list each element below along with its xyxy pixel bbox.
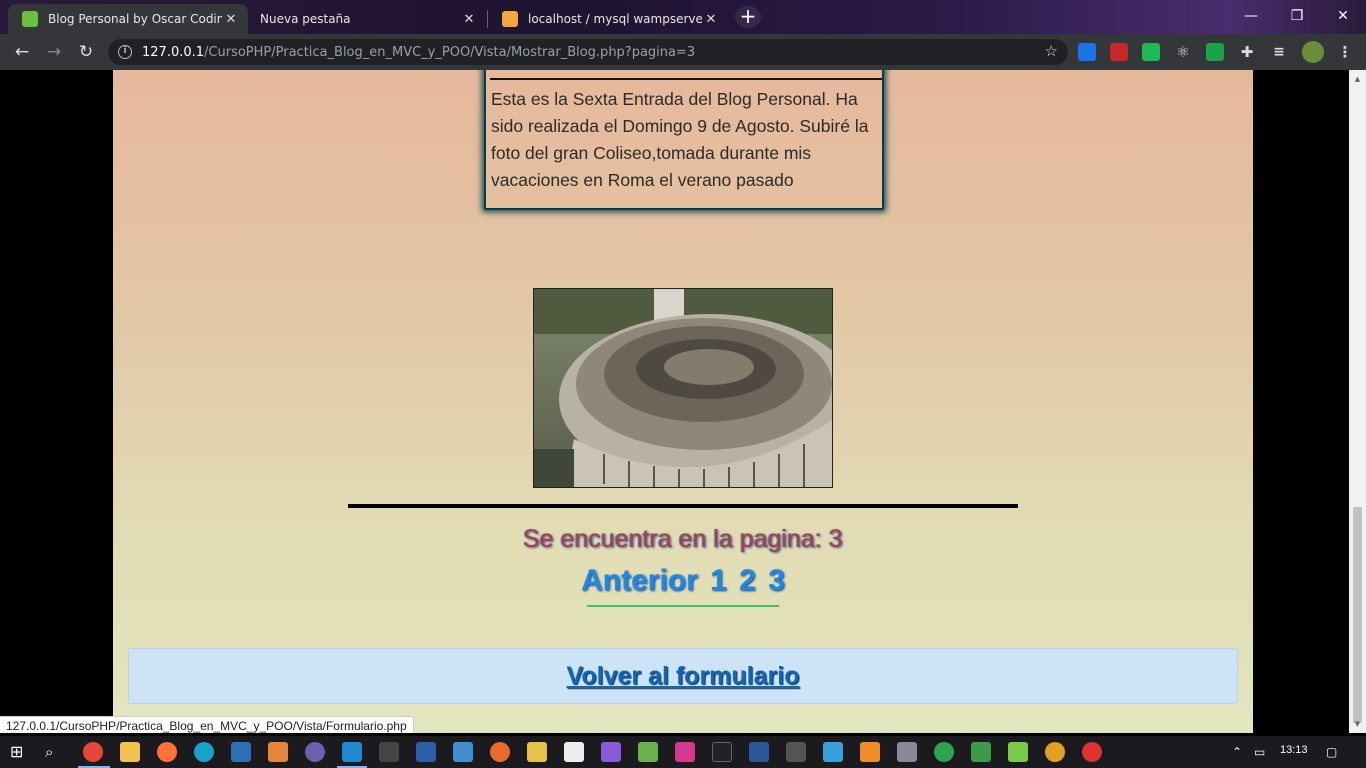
pagination-page-1-link[interactable]: 1 [710, 564, 727, 597]
chrome-icon[interactable] [83, 742, 103, 762]
app-icon[interactable] [638, 742, 658, 762]
entry-text: Esta es la Sexta Entrada del Blog Person… [491, 89, 869, 190]
profile-avatar[interactable] [1302, 41, 1324, 63]
current-page-text: Se encuentra en la pagina: 3 [523, 525, 843, 553]
colosseum-photo [533, 288, 833, 488]
browser-tab-bar: Blog Personal by Oscar Coding® ✕ Nueva p… [0, 0, 1366, 34]
back-arrow-icon[interactable]: ← [8, 40, 36, 64]
new-tab-button[interactable]: + [735, 6, 761, 28]
phpmyadmin-favicon-icon [502, 11, 518, 27]
close-icon[interactable]: ✕ [222, 12, 240, 27]
tab-title: Nueva pestaña [260, 12, 351, 26]
return-panel: Volver al formulario [128, 648, 1238, 704]
app-icon[interactable] [897, 742, 917, 762]
menu-kebab-icon[interactable]: ⋮ [1336, 43, 1354, 61]
app-icon[interactable] [1082, 742, 1102, 762]
tray-chevron-icon[interactable]: ⌃ [1232, 745, 1242, 759]
forward-arrow-icon[interactable]: → [40, 40, 68, 64]
lizard-favicon-icon [22, 11, 38, 27]
acrobat-extension-icon[interactable] [1110, 43, 1128, 61]
clock[interactable]: 13:13 [1280, 744, 1308, 756]
windows-taskbar: ⊞ ⌕ ⌃ ▭ 13:13 ▢ [0, 736, 1366, 768]
scroll-down-arrow-icon[interactable]: ▼ [1349, 717, 1366, 731]
entry-divider [490, 78, 882, 80]
tab-title: Blog Personal by Oscar Coding® [48, 12, 222, 26]
browser-toolbar: ← → ↻ i 127.0.0.1/CursoPHP/Practica_Blog… [0, 34, 1366, 70]
app-icon[interactable] [823, 742, 843, 762]
pagination-previous-link[interactable]: Anterior [581, 564, 698, 597]
app-icon[interactable] [1045, 742, 1065, 762]
section-divider [348, 504, 1018, 508]
tab-phpmyadmin[interactable]: localhost / mysql wampserver / b ✕ [488, 4, 728, 34]
extension-m-icon[interactable] [1078, 43, 1096, 61]
page-viewport: Esta es la Sexta Entrada del Blog Person… [0, 70, 1366, 733]
react-extension-icon[interactable]: ⚛ [1174, 43, 1192, 61]
tab-blog-personal[interactable]: Blog Personal by Oscar Coding® ✕ [8, 4, 248, 34]
extensions-puzzle-icon[interactable]: ✚ [1238, 43, 1256, 61]
windows-start-icon[interactable]: ⊞ [10, 742, 30, 762]
url-path: /CursoPHP/Practica_Blog_en_MVC_y_POO/Vis… [204, 44, 696, 60]
tab-title: localhost / mysql wampserver / b [528, 12, 702, 26]
address-bar[interactable]: i 127.0.0.1/CursoPHP/Practica_Blog_en_MV… [108, 39, 1068, 65]
bookmark-star-icon[interactable]: ☆ [1045, 42, 1058, 60]
app-icon[interactable] [971, 742, 991, 762]
app-icon[interactable] [1008, 742, 1028, 762]
pagination-page-3-link[interactable]: 3 [768, 564, 785, 597]
url-host: 127.0.0.1 [142, 44, 205, 60]
pager-underline [587, 605, 779, 607]
file-explorer-icon[interactable] [120, 742, 140, 762]
close-icon[interactable]: ✕ [460, 12, 478, 27]
vertical-scrollbar[interactable]: ▲ ▼ [1349, 70, 1366, 733]
colosseum-image [534, 289, 832, 487]
sublime-text-icon[interactable] [268, 742, 288, 762]
blog-page: Esta es la Sexta Entrada del Blog Person… [113, 70, 1253, 733]
app-icon[interactable] [564, 742, 584, 762]
terminal-icon[interactable] [379, 742, 399, 762]
app-icon[interactable] [231, 742, 251, 762]
scrollbar-thumb[interactable] [1353, 507, 1362, 723]
network-icon[interactable]: ▭ [1254, 745, 1265, 759]
app-icon[interactable] [786, 742, 806, 762]
vscode-icon[interactable] [342, 742, 362, 762]
pagination-nav: Anterior 1 2 3 [113, 564, 1253, 598]
notifications-icon[interactable]: ▢ [1326, 745, 1337, 759]
app-icon[interactable] [675, 742, 695, 762]
shield-extension-icon[interactable] [1142, 43, 1160, 61]
app-icon[interactable] [934, 742, 954, 762]
tab-nueva-pestana[interactable]: Nueva pestaña ✕ [246, 4, 486, 34]
search-icon[interactable]: ⌕ [45, 742, 65, 762]
close-window-icon[interactable]: ✕ [1320, 2, 1366, 30]
scroll-up-arrow-icon[interactable]: ▲ [1349, 72, 1366, 86]
link-status-bubble: 127.0.0.1/CursoPHP/Practica_Blog_en_MVC_… [0, 716, 414, 733]
pagination-page-2-link[interactable]: 2 [739, 564, 756, 597]
return-to-form-link[interactable]: Volver al formulario [567, 662, 800, 691]
virtualbox-icon[interactable] [453, 742, 473, 762]
media-queue-icon[interactable]: ≡ [1270, 43, 1288, 61]
powershell-icon[interactable] [416, 742, 436, 762]
app-icon[interactable] [490, 742, 510, 762]
word-icon[interactable] [749, 742, 769, 762]
n-extension-icon[interactable] [1206, 43, 1224, 61]
info-icon[interactable]: i [118, 45, 132, 59]
notepad-icon[interactable] [527, 742, 547, 762]
xampp-icon[interactable] [860, 742, 880, 762]
minimize-icon[interactable]: — [1228, 2, 1274, 30]
close-icon[interactable]: ✕ [702, 12, 720, 27]
visual-studio-icon[interactable] [601, 742, 621, 762]
edge-icon[interactable] [194, 742, 214, 762]
app-icon[interactable] [305, 742, 325, 762]
restore-icon[interactable]: ❐ [1274, 2, 1320, 30]
firefox-icon[interactable] [157, 742, 177, 762]
blog-entry-box: Esta es la Sexta Entrada del Blog Person… [484, 70, 884, 210]
reload-icon[interactable]: ↻ [72, 40, 100, 64]
intellij-icon[interactable] [712, 742, 732, 762]
